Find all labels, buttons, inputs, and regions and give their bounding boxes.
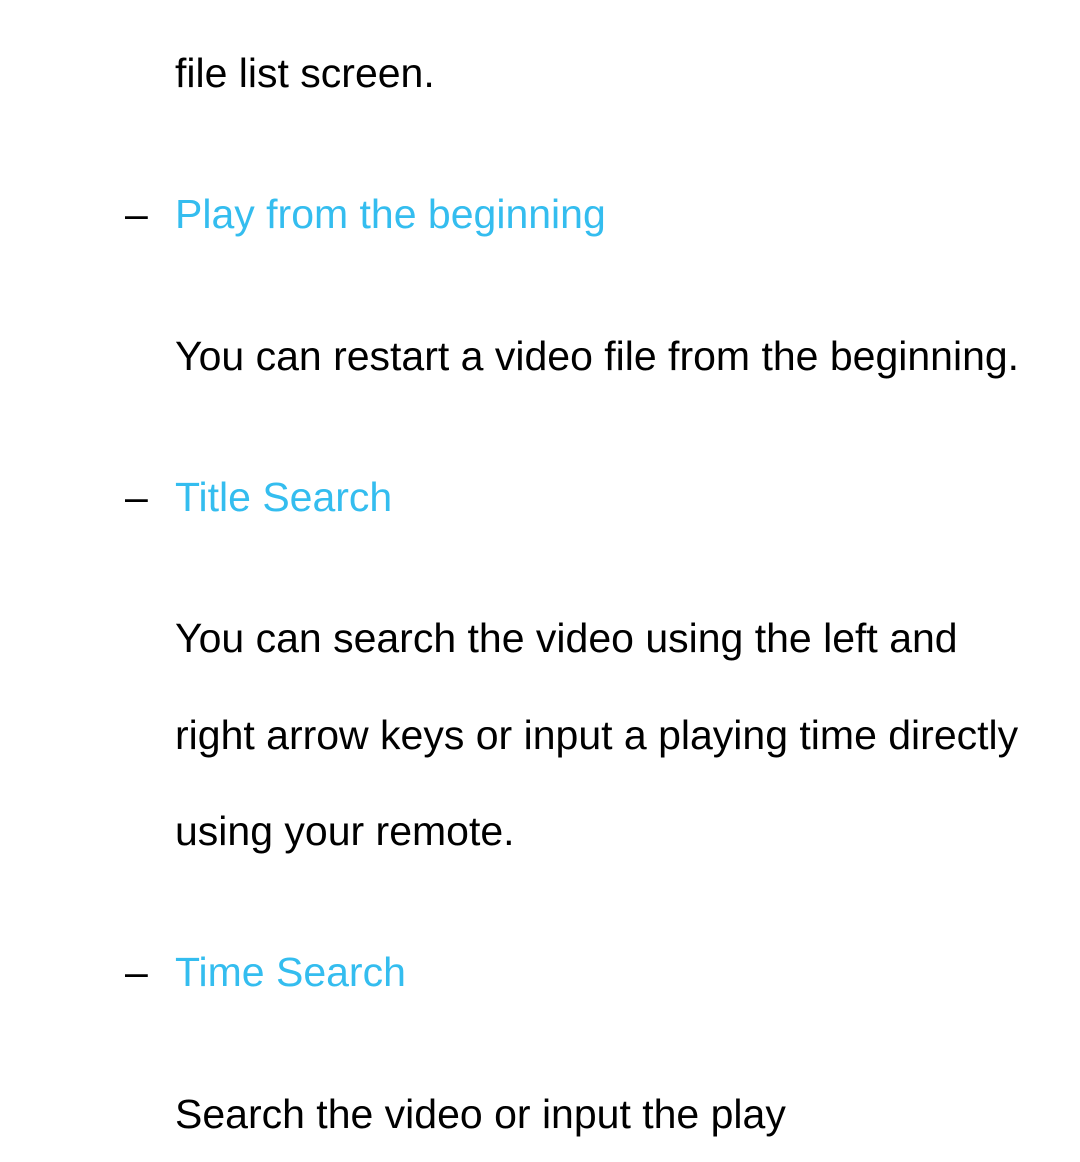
dash-bullet: – [125, 449, 148, 545]
item-title-play-from-beginning: Play from the beginning [175, 166, 1030, 262]
item-description: You can restart a video file from the be… [175, 308, 1030, 404]
item-title-title-search: Title Search [175, 449, 1030, 545]
fragment-text: file list screen. [175, 25, 1030, 121]
list-item: – Time Search Search the video or input … [175, 924, 1030, 1162]
item-description: Search the video or input the play [175, 1066, 1030, 1162]
dash-bullet: – [125, 166, 148, 262]
item-description: You can search the video using the left … [175, 590, 1030, 879]
list-item: – Title Search You can search the video … [175, 449, 1030, 879]
dash-bullet: – [125, 924, 148, 1020]
document-content: file list screen. – Play from the beginn… [0, 25, 1080, 1162]
item-title-time-search: Time Search [175, 924, 1030, 1020]
list-item: – Play from the beginning You can restar… [175, 166, 1030, 404]
